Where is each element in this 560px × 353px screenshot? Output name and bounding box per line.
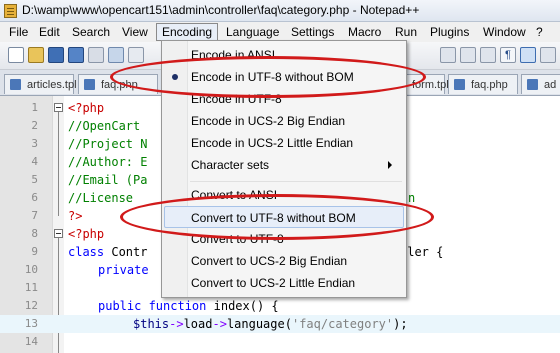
tab-articles-tpl[interactable]: articles.tpl — [4, 74, 77, 94]
menu-bar: File Edit Search View Encoding Language … — [0, 22, 560, 42]
fold-toggle-icon[interactable] — [54, 103, 63, 112]
tab-label: articles.tpl — [27, 79, 77, 91]
code-line: 12 public function index() { — [24, 299, 279, 313]
save-all-icon[interactable] — [68, 47, 84, 63]
file-icon — [454, 79, 465, 90]
file-icon — [10, 79, 21, 90]
new-file-icon[interactable] — [8, 47, 24, 63]
menu-item-convert-ucs2-big-endian[interactable]: Convert to UCS-2 Big Endian — [164, 250, 404, 272]
menu-item-convert-utf8-without-bom[interactable]: Convert to UTF-8 without BOM — [164, 206, 404, 228]
code-line-current: 13 $this->load->language('faq/category')… — [0, 315, 560, 333]
menu-item-encode-utf8-without-bom[interactable]: Encode in UTF-8 without BOM — [164, 66, 404, 88]
menu-item-encode-ucs2-little-endian[interactable]: Encode in UCS-2 Little Endian — [164, 132, 404, 154]
word-wrap-icon[interactable] — [540, 47, 556, 63]
menu-run[interactable]: Run — [390, 24, 422, 40]
close-icon[interactable] — [88, 47, 104, 63]
menu-window[interactable]: Window — [478, 24, 531, 40]
zoom-out-icon[interactable] — [460, 47, 476, 63]
menu-item-convert-ucs2-little-endian[interactable]: Convert to UCS-2 Little Endian — [164, 272, 404, 294]
menu-separator — [190, 181, 402, 182]
menu-help[interactable]: ? — [531, 24, 548, 40]
menu-language[interactable]: Language — [221, 24, 284, 40]
file-icon — [84, 79, 95, 90]
tab-label: ad — [544, 79, 557, 91]
menu-item-character-sets[interactable]: Character sets — [164, 154, 404, 176]
menu-search[interactable]: Search — [67, 24, 115, 40]
open-folder-icon[interactable] — [28, 47, 44, 63]
fold-toggle-icon[interactable] — [54, 229, 63, 238]
window-title: D:\wamp\www\opencart151\admin\controller… — [22, 3, 420, 17]
menu-item-convert-ansi[interactable]: Convert to ANSI — [164, 184, 404, 206]
menu-item-convert-utf8[interactable]: Convert to UTF-8 — [164, 228, 404, 250]
menu-edit[interactable]: Edit — [34, 24, 65, 40]
indent-guide-icon[interactable] — [520, 47, 536, 63]
tab-faq-php-2[interactable]: faq.php — [448, 74, 518, 94]
tab-ad[interactable]: ad — [521, 74, 560, 94]
menu-item-encode-ansi[interactable]: Encode in ANSI — [164, 44, 404, 66]
tab-label: form.tpl — [412, 79, 449, 91]
save-icon[interactable] — [48, 47, 64, 63]
notepad-icon — [4, 4, 17, 18]
menu-item-encode-ucs2-big-endian[interactable]: Encode in UCS-2 Big Endian — [164, 110, 404, 132]
menu-macro[interactable]: Macro — [343, 24, 386, 40]
file-icon — [527, 79, 538, 90]
encoding-menu: Encode in ANSI Encode in UTF-8 without B… — [161, 40, 407, 298]
tab-form-tpl[interactable]: form.tpl — [405, 74, 449, 94]
menu-plugins[interactable]: Plugins — [425, 24, 474, 40]
tab-label: faq.php — [101, 79, 138, 91]
zoom-in-icon[interactable] — [440, 47, 456, 63]
radio-bullet-icon — [172, 74, 178, 80]
sync-scroll-icon[interactable] — [480, 47, 496, 63]
tab-faq-php[interactable]: faq.php — [78, 74, 158, 94]
tab-label: faq.php — [471, 79, 508, 91]
menu-file[interactable]: File — [4, 24, 33, 40]
submenu-arrow-icon — [388, 161, 392, 169]
title-bar: D:\wamp\www\opencart151\admin\controller… — [0, 0, 560, 22]
menu-settings[interactable]: Settings — [286, 24, 339, 40]
code-line: 14 — [24, 335, 38, 348]
show-all-chars-icon[interactable]: ¶ — [500, 47, 516, 63]
close-all-icon[interactable] — [108, 47, 124, 63]
menu-view[interactable]: View — [117, 24, 153, 40]
menu-item-encode-utf8[interactable]: Encode in UTF-8 — [164, 88, 404, 110]
print-icon[interactable] — [128, 47, 144, 63]
menu-encoding[interactable]: Encoding — [156, 23, 219, 41]
